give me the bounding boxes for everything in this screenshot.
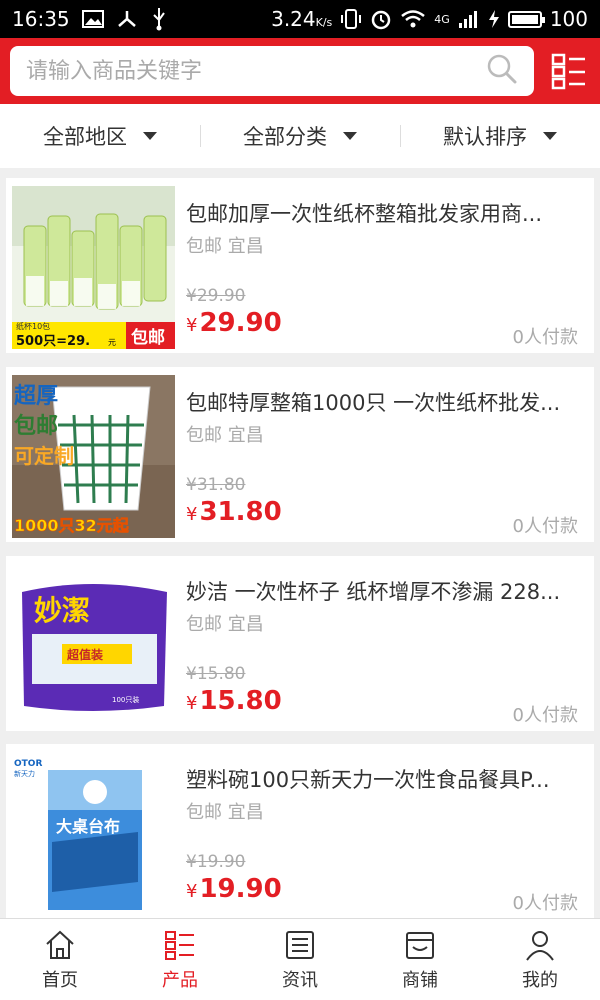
- tab-products[interactable]: 产品: [120, 919, 240, 1000]
- image-caption: 超厚: [14, 384, 58, 409]
- charging-icon: [488, 9, 500, 29]
- product-meta: 包邮 宜昌: [186, 421, 264, 447]
- search-box[interactable]: [10, 46, 534, 96]
- image-caption: 大桌台布: [56, 817, 120, 836]
- image-caption: 超值装: [66, 647, 103, 662]
- battery-icon: [507, 10, 545, 28]
- product-info: 包邮加厚一次性纸杯整箱批发家用商... 包邮 宜昌 ¥29.90 ¥29.90 …: [186, 178, 580, 353]
- filter-region-label: 全部地区: [43, 125, 127, 149]
- location: 宜昌: [227, 802, 264, 823]
- image-caption: 元: [108, 338, 116, 347]
- original-price: ¥29.90: [186, 286, 246, 306]
- tab-mine-label: 我的: [522, 969, 558, 991]
- product-image: OTOR 新天力 大桌台布: [12, 752, 175, 915]
- shipping-tag: 包邮: [186, 236, 222, 257]
- wifi-icon: [400, 9, 426, 29]
- tab-products-label: 产品: [162, 969, 198, 991]
- filter-bar: 全部地区 全部分类 默认排序: [0, 104, 600, 168]
- shipping-tag: 包邮: [186, 614, 222, 635]
- original-price: ¥31.80: [186, 475, 246, 495]
- product-meta: 包邮 宜昌: [186, 798, 264, 824]
- product-info: 妙洁 一次性杯子 纸杯增厚不渗漏 228... 包邮 宜昌 ¥15.80 ¥15…: [186, 556, 580, 731]
- product-meta: 包邮 宜昌: [186, 232, 264, 258]
- search-input[interactable]: [26, 58, 486, 84]
- tab-news-label: 资讯: [282, 969, 318, 991]
- filter-sort-label: 默认排序: [443, 125, 527, 149]
- paid-count: 0人付款: [512, 893, 578, 914]
- product-price: ¥31.80: [186, 497, 282, 527]
- product-card[interactable]: 超厚 包邮 可定制 1000只32元起 包邮特厚整箱1000只 一次性纸杯批发.…: [6, 367, 594, 542]
- share-icon: [116, 9, 138, 29]
- product-card[interactable]: 纸杯10包 500只=29. 元 包邮 包邮加厚一次性纸杯整箱批发家用商... …: [6, 178, 594, 353]
- tab-home[interactable]: 首页: [0, 919, 120, 1000]
- tab-news[interactable]: 资讯: [240, 919, 360, 1000]
- tab-home-label: 首页: [42, 969, 78, 991]
- category-menu-icon[interactable]: [550, 52, 588, 90]
- battery-level: 100: [549, 7, 588, 31]
- filter-region[interactable]: 全部地区: [0, 121, 200, 151]
- product-title[interactable]: 妙洁 一次性杯子 纸杯增厚不渗漏 228...: [186, 576, 580, 606]
- status-bar: 16:35 3.24K/s 4G 100: [0, 0, 600, 38]
- image-caption: 新天力: [14, 769, 35, 778]
- status-time: 16:35: [12, 7, 70, 31]
- header: [0, 38, 600, 104]
- bottom-tab-bar: 首页 产品 资讯 商铺 我的: [0, 918, 600, 1000]
- caret-down-icon: [143, 132, 157, 140]
- product-image: 超厚 包邮 可定制 1000只32元起: [12, 375, 175, 538]
- usb-icon: [150, 7, 168, 31]
- network-speed: 3.24K/s: [271, 7, 333, 31]
- caret-down-icon: [543, 132, 557, 140]
- list-icon: [165, 930, 194, 960]
- image-caption: 500只=29.: [16, 334, 90, 349]
- image-caption: 100只装: [112, 695, 139, 704]
- product-meta: 包邮 宜昌: [186, 610, 264, 636]
- home-icon: [46, 930, 74, 959]
- search-icon[interactable]: [486, 53, 518, 89]
- filter-sort[interactable]: 默认排序: [400, 121, 600, 151]
- product-price: ¥19.90: [186, 874, 282, 904]
- paid-count: 0人付款: [512, 327, 578, 348]
- location: 宜昌: [227, 236, 264, 257]
- product-price: ¥29.90: [186, 308, 282, 338]
- tab-mine[interactable]: 我的: [480, 919, 600, 1000]
- caret-down-icon: [343, 132, 357, 140]
- image-caption: 妙潔: [34, 594, 90, 627]
- image-caption: 包邮: [131, 327, 165, 348]
- alarm-icon: [370, 8, 392, 30]
- image-icon: [81, 10, 104, 28]
- location: 宜昌: [227, 614, 264, 635]
- product-title[interactable]: 包邮特厚整箱1000只 一次性纸杯批发...: [186, 387, 580, 417]
- product-image: 纸杯10包 500只=29. 元 包邮: [12, 186, 175, 349]
- image-caption: 包邮: [14, 413, 58, 439]
- original-price: ¥19.90: [186, 852, 246, 872]
- image-caption: 1000只32元起: [14, 516, 130, 535]
- shipping-tag: 包邮: [186, 802, 222, 823]
- location: 宜昌: [227, 425, 264, 446]
- product-title[interactable]: 包邮加厚一次性纸杯整箱批发家用商...: [186, 198, 580, 228]
- original-price: ¥15.80: [186, 664, 246, 684]
- filter-category-label: 全部分类: [243, 125, 327, 149]
- shipping-tag: 包邮: [186, 425, 222, 446]
- paid-count: 0人付款: [512, 516, 578, 537]
- shop-icon: [406, 931, 434, 959]
- product-card[interactable]: 妙潔 超值装 100只装 妙洁 一次性杯子 纸杯增厚不渗漏 228... 包邮 …: [6, 556, 594, 731]
- product-info: 包邮特厚整箱1000只 一次性纸杯批发... 包邮 宜昌 ¥31.80 ¥31.…: [186, 367, 580, 542]
- image-caption: 纸杯10包: [16, 321, 50, 331]
- product-price: ¥15.80: [186, 686, 282, 716]
- news-icon: [286, 930, 314, 959]
- user-icon: [526, 930, 554, 961]
- vibrate-icon: [340, 8, 362, 30]
- signal-icon: [458, 9, 480, 29]
- image-caption: OTOR: [14, 759, 42, 769]
- tab-shop-label: 商铺: [402, 969, 438, 991]
- tab-shop[interactable]: 商铺: [360, 919, 480, 1000]
- product-image: 妙潔 超值装 100只装: [12, 564, 175, 727]
- filter-category[interactable]: 全部分类: [200, 121, 400, 151]
- image-caption: 可定制: [14, 444, 74, 468]
- product-info: 塑料碗100只新天力一次性食品餐具P... 包邮 宜昌 ¥19.90 ¥19.9…: [186, 744, 580, 919]
- paid-count: 0人付款: [512, 705, 578, 726]
- product-title[interactable]: 塑料碗100只新天力一次性食品餐具P...: [186, 764, 580, 794]
- network-type: 4G: [434, 12, 450, 26]
- product-card[interactable]: OTOR 新天力 大桌台布 塑料碗100只新天力一次性食品餐具P... 包邮 宜…: [6, 744, 594, 919]
